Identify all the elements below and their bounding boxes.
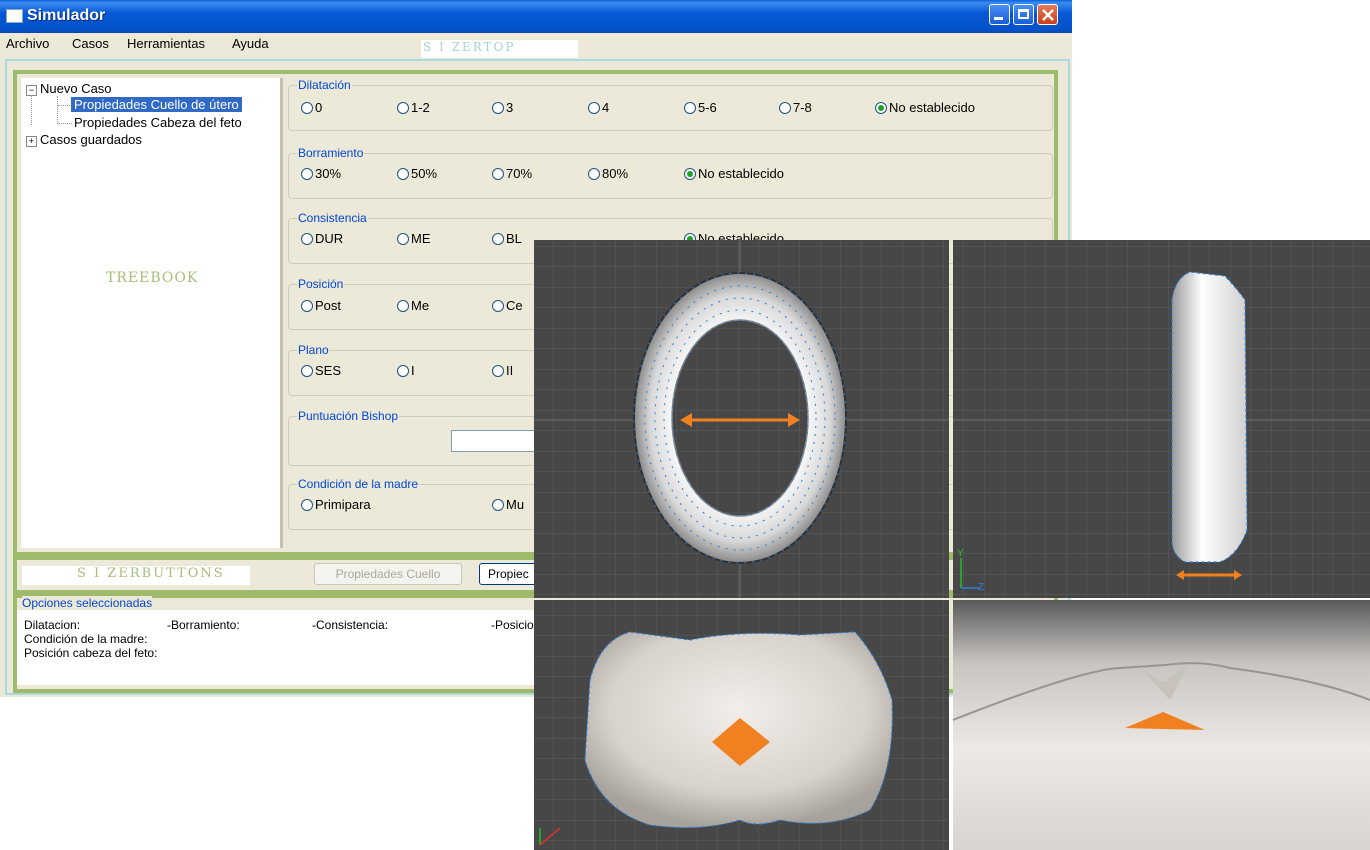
viewports-overlay: Y Z	[534, 240, 1370, 850]
viewport-perspective[interactable]	[952, 600, 1370, 850]
viewport-bottom[interactable]	[534, 600, 949, 850]
viewport-front[interactable]	[534, 240, 949, 598]
viewport-side[interactable]: Y Z	[953, 240, 1370, 598]
axis-y-label: Y	[957, 548, 964, 559]
axis-z-label: Z	[978, 582, 984, 593]
